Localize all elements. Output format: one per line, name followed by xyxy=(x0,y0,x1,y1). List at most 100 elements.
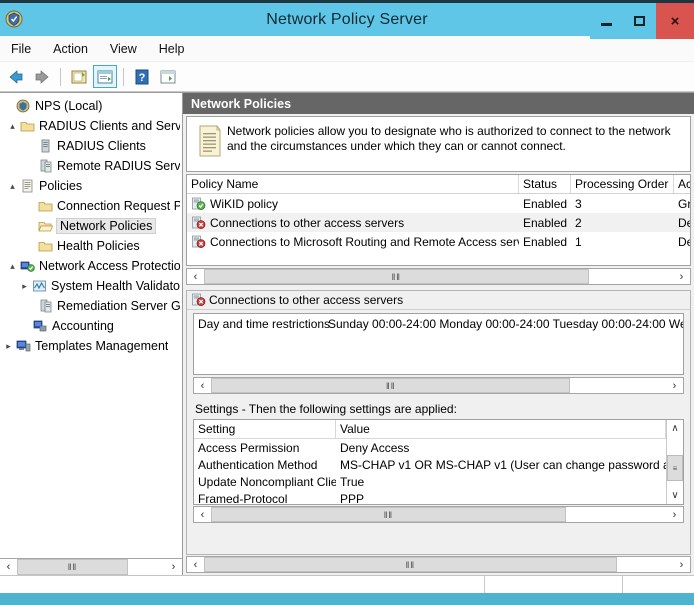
setting-name: Framed-Protocol xyxy=(198,491,288,505)
settings-horizontal-scrollbar[interactable]: ‹ ‖‖ › xyxy=(193,506,684,523)
tree-node-remediation-server-groups[interactable]: Remediation Server Gro xyxy=(0,296,182,316)
server-icon xyxy=(37,138,54,154)
forward-arrow-icon[interactable] xyxy=(30,65,54,88)
scroll-track[interactable]: ‖‖ xyxy=(17,559,165,575)
column-header-status[interactable]: Status xyxy=(519,175,571,193)
tree-node-remote-radius-server[interactable]: Remote RADIUS Server xyxy=(0,156,182,176)
scroll-thumb[interactable]: ‖‖ xyxy=(17,559,128,575)
conditions-horizontal-scrollbar[interactable]: ‹ ‖‖ › xyxy=(193,377,684,394)
policy-name: Connections to Microsoft Routing and Rem… xyxy=(210,234,519,249)
tree-node-label: Policies xyxy=(39,179,83,193)
table-row[interactable]: Framed-Protocol PPP xyxy=(194,490,666,505)
menu-item-help[interactable]: Help xyxy=(148,39,196,59)
menu-item-view[interactable]: View xyxy=(99,39,148,59)
close-button[interactable]: × xyxy=(656,3,694,39)
main-split: NPS (Local) ▴ RADIUS Clients and Servers… xyxy=(0,92,694,575)
maximize-button[interactable] xyxy=(623,3,656,39)
scroll-left-arrow[interactable]: ‹ xyxy=(0,559,17,575)
tree-horizontal-scrollbar[interactable]: ‹ ‖‖ › xyxy=(0,558,182,575)
scroll-left-arrow[interactable]: ‹ xyxy=(187,269,204,284)
desktop-taskbar[interactable] xyxy=(0,593,694,605)
scroll-thumb[interactable]: ‖‖ xyxy=(211,378,571,393)
settings-vertical-scrollbar[interactable]: ∧ ≡ ∨ xyxy=(666,420,683,504)
scroll-thumb[interactable]: ‖‖ xyxy=(204,269,589,284)
table-row[interactable]: Connections to Microsoft Routing and Rem… xyxy=(187,232,690,251)
policy-access: Den xyxy=(678,234,690,249)
scroll-track[interactable]: ≡ xyxy=(667,437,683,487)
scroll-thumb[interactable]: ‖‖ xyxy=(204,557,617,572)
tree-twisty[interactable]: ▴ xyxy=(6,121,19,132)
policy-enabled-grant-icon xyxy=(191,196,208,211)
table-row[interactable]: WiKID policy Enabled 3 Gran xyxy=(187,194,690,213)
tree-node-templates-management[interactable]: ▸ Templates Management xyxy=(0,336,182,356)
tree-twisty[interactable]: ▴ xyxy=(6,261,19,272)
detail-title-text: Connections to other access servers xyxy=(209,293,404,307)
policy-processing-order: 3 xyxy=(575,196,582,211)
show-action-pane-icon[interactable] xyxy=(156,65,180,88)
tree-node-radius-clients[interactable]: RADIUS Clients xyxy=(0,136,182,156)
scroll-track[interactable]: ‖‖ xyxy=(204,557,673,572)
column-header-value[interactable]: Value xyxy=(336,420,666,438)
content-pane-horizontal-scrollbar[interactable]: ‹ ‖‖ › xyxy=(186,556,691,573)
menu-item-action[interactable]: Action xyxy=(42,39,99,59)
tree-node-network-access-protection[interactable]: ▴ Network Access Protection xyxy=(0,256,182,276)
scroll-right-arrow[interactable]: › xyxy=(666,378,683,393)
help-icon[interactable]: ? xyxy=(130,65,154,88)
minimize-button[interactable] xyxy=(590,3,623,39)
tree-node-policies[interactable]: ▴ Policies xyxy=(0,176,182,196)
tree-node-connection-request-policies[interactable]: Connection Request Po xyxy=(0,196,182,216)
scroll-left-arrow[interactable]: ‹ xyxy=(187,557,204,572)
scroll-left-arrow[interactable]: ‹ xyxy=(194,507,211,522)
column-header-policy-name[interactable]: Policy Name xyxy=(187,175,519,193)
tree-node-label: Network Policies xyxy=(56,218,157,234)
policies-list-horizontal-scrollbar[interactable]: ‹ ‖‖ › xyxy=(186,268,691,285)
show-hide-console-tree-icon[interactable] xyxy=(67,65,91,88)
tree-twisty[interactable]: ▴ xyxy=(6,181,19,192)
scroll-thumb[interactable]: ≡ xyxy=(667,455,683,481)
scroll-right-arrow[interactable]: › xyxy=(165,559,182,575)
properties-window-icon[interactable] xyxy=(93,65,117,88)
scroll-up-arrow[interactable]: ∧ xyxy=(667,420,683,437)
network-policies-list: Policy Name Status Processing Order Acc … xyxy=(186,174,691,266)
scroll-right-arrow[interactable]: › xyxy=(673,557,690,572)
policy-status: Enabled xyxy=(523,215,568,230)
setting-value: True xyxy=(340,474,365,489)
scroll-track[interactable]: ‖‖ xyxy=(204,269,673,284)
scroll-right-arrow[interactable]: › xyxy=(666,507,683,522)
tree-twisty[interactable]: ▸ xyxy=(18,281,31,292)
scroll-track[interactable]: ‖‖ xyxy=(211,378,666,393)
toolbar: ? xyxy=(0,62,694,92)
tree-node-nps-local[interactable]: NPS (Local) xyxy=(0,96,182,116)
sidebar-item-network-policies[interactable]: Network Policies xyxy=(0,216,182,236)
menu-item-file[interactable]: File xyxy=(0,39,42,59)
description-box: Network policies allow you to designate … xyxy=(186,116,691,172)
policy-access: Gran xyxy=(678,196,691,211)
column-header-setting[interactable]: Setting xyxy=(194,420,336,438)
nap-shield-icon xyxy=(19,258,36,274)
scroll-thumb[interactable]: ‖‖ xyxy=(211,507,566,522)
table-row[interactable]: Update Noncompliant Clients True xyxy=(194,473,666,490)
setting-value: MS-CHAP v1 OR MS-CHAP v1 (User can chang… xyxy=(340,457,666,472)
network-policy-server-window: Network Policy Server × File Action View… xyxy=(0,0,694,605)
tree-node-accounting[interactable]: Accounting xyxy=(0,316,182,336)
scroll-track[interactable]: ‖‖ xyxy=(211,507,666,522)
tree-node-health-policies[interactable]: Health Policies xyxy=(0,236,182,256)
tree-node-system-health-validators[interactable]: ▸ System Health Validato xyxy=(0,276,182,296)
back-arrow-icon[interactable] xyxy=(4,65,28,88)
tree-node-radius-clients-and-servers[interactable]: ▴ RADIUS Clients and Servers xyxy=(0,116,182,136)
nps-shield-icon xyxy=(4,9,24,29)
tree-twisty[interactable]: ▸ xyxy=(2,341,15,352)
policy-processing-order: 2 xyxy=(575,215,582,230)
table-row[interactable]: Authentication Method MS-CHAP v1 OR MS-C… xyxy=(194,456,666,473)
column-header-access[interactable]: Acc xyxy=(674,175,690,193)
tree-node-label: System Health Validato xyxy=(51,279,180,293)
scroll-right-arrow[interactable]: › xyxy=(673,269,690,284)
scroll-left-arrow[interactable]: ‹ xyxy=(194,378,211,393)
toolbar-separator xyxy=(60,67,61,86)
table-row[interactable]: Connections to other access servers Enab… xyxy=(187,213,690,232)
document-icon xyxy=(193,123,227,157)
column-header-processing-order[interactable]: Processing Order xyxy=(571,175,674,193)
scroll-down-arrow[interactable]: ∨ xyxy=(667,487,683,504)
setting-value: PPP xyxy=(340,491,365,505)
table-row[interactable]: Access Permission Deny Access xyxy=(194,439,666,456)
